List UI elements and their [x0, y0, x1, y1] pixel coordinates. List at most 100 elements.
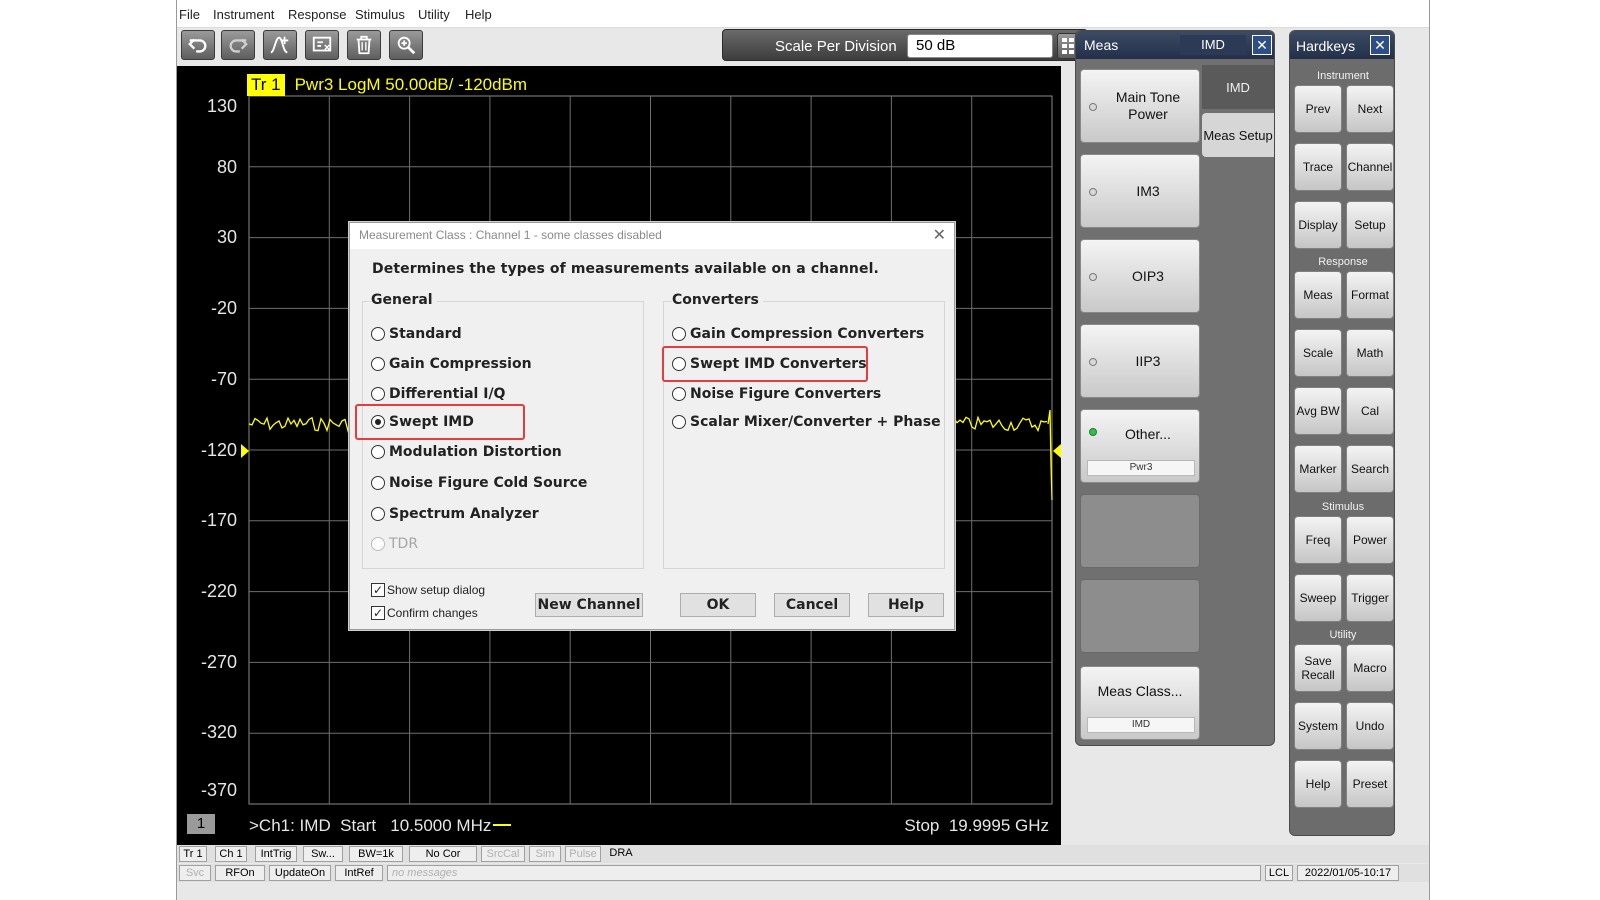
dialog-title: Measurement Class : Channel 1 - some cla…: [359, 228, 662, 242]
hardkey-scale[interactable]: Scale: [1294, 329, 1342, 377]
status-srccal: SrcCal: [481, 846, 525, 862]
redo-button[interactable]: [221, 30, 255, 60]
dialog-titlebar[interactable]: Measurement Class : Channel 1 - some cla…: [350, 223, 954, 249]
status-rf-on[interactable]: RFOn: [215, 865, 265, 881]
hardkey-format[interactable]: Format: [1346, 271, 1394, 319]
undo-icon: [188, 38, 207, 53]
cancel-button[interactable]: Cancel: [774, 593, 850, 617]
hardkey-next[interactable]: Next: [1346, 85, 1394, 133]
hardkey-trace[interactable]: Trace: [1294, 143, 1342, 191]
status-sweep[interactable]: Sw...: [303, 846, 343, 862]
undo-button[interactable]: [181, 30, 215, 60]
general-group-label: General: [371, 292, 437, 308]
hardkey-help[interactable]: Help: [1294, 760, 1342, 808]
trace-tag[interactable]: Tr 1: [247, 74, 285, 96]
menu-response[interactable]: Response: [288, 7, 347, 22]
hardkey-search[interactable]: Search: [1346, 445, 1394, 493]
hardkey-macro[interactable]: Macro: [1346, 644, 1394, 692]
menu-instrument[interactable]: Instrument: [213, 7, 274, 22]
hardkey-cal[interactable]: Cal: [1346, 387, 1394, 435]
new-channel-button[interactable]: New Channel: [535, 593, 643, 617]
radio-circle: [371, 507, 385, 521]
hardkey-system[interactable]: System: [1294, 702, 1342, 750]
hardkey-channel[interactable]: Channel: [1346, 143, 1394, 191]
radio-modulation-distortion[interactable]: Modulation Distortion: [371, 444, 562, 460]
radio-gain-compression-converters[interactable]: Gain Compression Converters: [672, 326, 924, 342]
hardkey-prev[interactable]: Prev: [1294, 85, 1342, 133]
status-correction[interactable]: No Cor: [409, 846, 477, 862]
status-trigger[interactable]: IntTrig: [255, 846, 297, 862]
y-tick-label: -70: [210, 369, 237, 389]
hardkey-preset[interactable]: Preset: [1346, 760, 1394, 808]
softkey-iip3[interactable]: IIP3: [1080, 324, 1200, 398]
zoom-button[interactable]: [389, 30, 423, 60]
hardkey-trigger[interactable]: Trigger: [1346, 574, 1394, 622]
dialog-description: Determines the types of measurements ava…: [372, 261, 879, 277]
radio-standard[interactable]: Standard: [371, 326, 462, 342]
hardkey-setup[interactable]: Setup: [1346, 201, 1394, 249]
screenshot-button[interactable]: [305, 30, 339, 60]
tab-imd[interactable]: IMD: [1202, 65, 1274, 109]
hardkey-avg-bw[interactable]: Avg BW: [1294, 387, 1342, 435]
status-bandwidth[interactable]: BW=1k: [349, 846, 403, 862]
trace-label[interactable]: Tr 1 Pwr3 LogM 50.00dB/ -120dBm: [247, 74, 527, 96]
hardkey-meas[interactable]: Meas: [1294, 271, 1342, 319]
scale-per-division-label: Scale Per Division: [775, 38, 897, 55]
hardkey-sweep[interactable]: Sweep: [1294, 574, 1342, 622]
checkbox-confirm-changes[interactable]: ✓ Confirm changes: [371, 606, 478, 620]
softkey-main-tone-power[interactable]: Main Tone Power: [1080, 69, 1200, 143]
meas-panel-close-button[interactable]: ✕: [1252, 35, 1272, 55]
marker-add-button[interactable]: [263, 30, 297, 60]
radio-differential-iq[interactable]: Differential I/Q: [371, 386, 505, 402]
softkey-indicator: [1089, 103, 1097, 111]
softkey-other[interactable]: Other... Pwr3: [1080, 409, 1200, 483]
radio-circle: [371, 387, 385, 401]
tab-meas-setup[interactable]: Meas Setup: [1202, 113, 1274, 157]
delete-button[interactable]: [347, 30, 381, 60]
softkey-empty: [1080, 579, 1200, 653]
meas-panel-title: Meas: [1084, 37, 1119, 53]
hardkey-save-recall[interactable]: Save Recall: [1294, 644, 1342, 692]
softkey-oip3[interactable]: OIP3: [1080, 239, 1200, 313]
redo-icon: [229, 38, 248, 53]
radio-noise-figure-converters[interactable]: Noise Figure Converters: [672, 386, 881, 402]
hardkey-power[interactable]: Power: [1346, 516, 1394, 564]
status-int-ref[interactable]: IntRef: [335, 865, 383, 881]
softkey-meas-class[interactable]: Meas Class... IMD: [1080, 666, 1200, 740]
close-icon: ✕: [932, 227, 946, 244]
hardkey-display[interactable]: Display: [1294, 201, 1342, 249]
softkey-empty: [1080, 494, 1200, 568]
ok-button[interactable]: OK: [680, 593, 756, 617]
radio-noise-figure-cold-source[interactable]: Noise Figure Cold Source: [371, 475, 587, 491]
status-bar-bottom: Svc RFOn UpdateOn IntRef no messages LCL…: [177, 864, 1429, 882]
softkey-label: IIP3: [1135, 352, 1161, 369]
hardkey-undo[interactable]: Undo: [1346, 702, 1394, 750]
channel-number[interactable]: 1: [187, 814, 215, 834]
menu-bar: File Instrument Response Stimulus Utilit…: [177, 0, 1429, 28]
softkey-label: IM3: [1136, 182, 1160, 199]
hardkey-freq[interactable]: Freq: [1294, 516, 1342, 564]
channel-stop-info: Stop 19.9995 GHz: [904, 816, 1049, 835]
hardkeys-close-button[interactable]: ✕: [1370, 35, 1390, 55]
scale-per-division-input[interactable]: 50 dB: [907, 34, 1053, 58]
checkbox-show-setup-dialog[interactable]: ✓ Show setup dialog: [371, 583, 485, 597]
radio-tdr: TDR: [371, 536, 418, 552]
radio-spectrum-analyzer[interactable]: Spectrum Analyzer: [371, 506, 539, 522]
hardkey-marker[interactable]: Marker: [1294, 445, 1342, 493]
y-tick-label: -270: [200, 652, 237, 672]
radio-scalar-mixer-converter-phase[interactable]: Scalar Mixer/Converter + Phase: [672, 414, 941, 430]
highlight-box-swept-imd: [355, 404, 525, 440]
menu-utility[interactable]: Utility: [418, 7, 450, 22]
dialog-close-button[interactable]: ✕: [933, 225, 946, 245]
menu-stimulus[interactable]: Stimulus: [355, 7, 405, 22]
status-trace[interactable]: Tr 1: [179, 846, 207, 862]
softkey-im3[interactable]: IM3: [1080, 154, 1200, 228]
menu-help[interactable]: Help: [465, 7, 492, 22]
help-button[interactable]: Help: [868, 593, 944, 617]
status-update-on[interactable]: UpdateOn: [269, 865, 331, 881]
status-channel[interactable]: Ch 1: [215, 846, 247, 862]
menu-file[interactable]: File: [179, 7, 200, 22]
hardkey-math[interactable]: Math: [1346, 329, 1394, 377]
radio-gain-compression[interactable]: Gain Compression: [371, 356, 532, 372]
radio-circle: [371, 476, 385, 490]
